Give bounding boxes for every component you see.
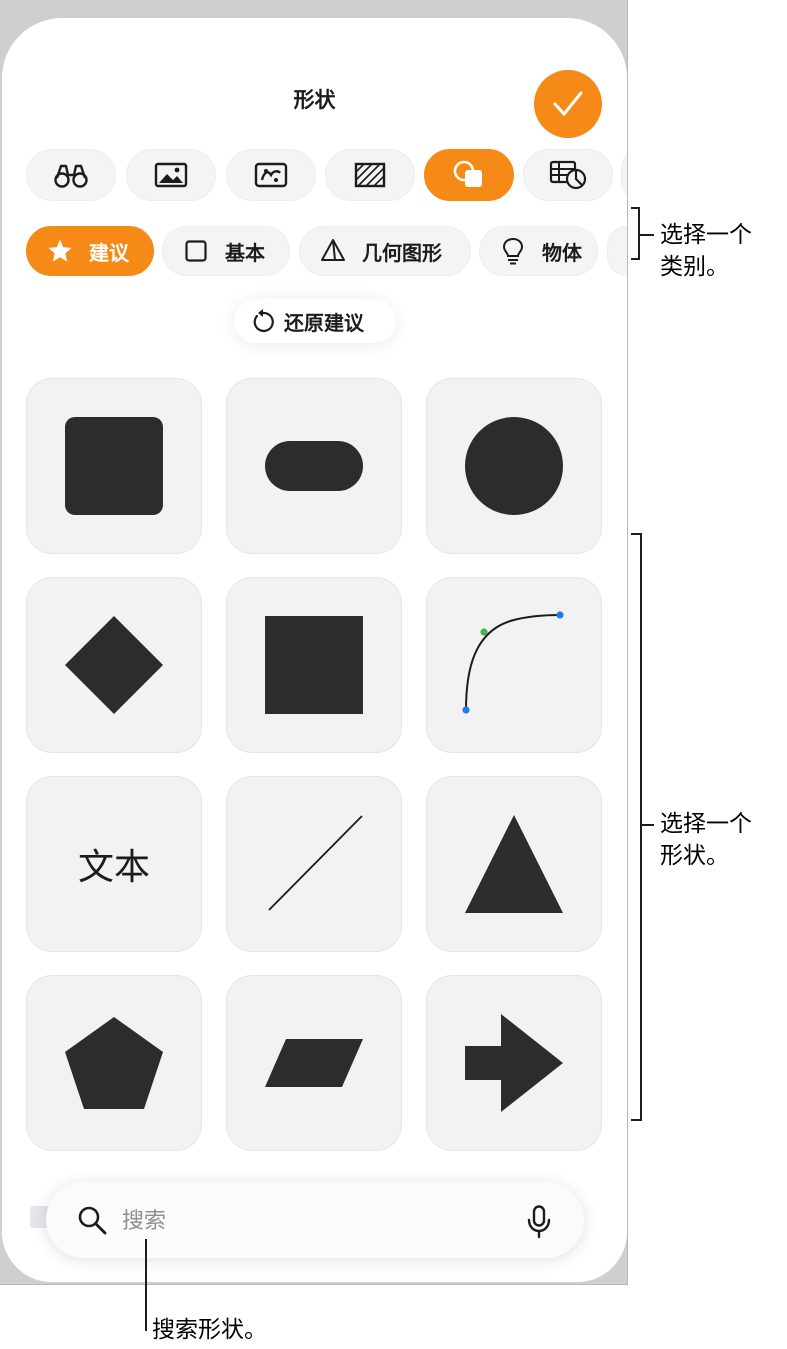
pentagon-shape <box>65 1017 163 1109</box>
shape-bracket <box>640 533 642 1121</box>
square-shape <box>265 616 363 714</box>
category-label: 物体 <box>542 240 582 265</box>
category-label: 几何图形 <box>362 240 442 265</box>
shapes-icon <box>453 160 482 187</box>
texture-pattern-icon <box>354 162 386 188</box>
parallelogram-shape <box>265 1039 363 1087</box>
curve-shape <box>462 611 564 714</box>
tab-photo[interactable] <box>126 149 216 201</box>
category-objects[interactable]: 物体 <box>479 226 598 276</box>
shape-bracket-bottom <box>631 1119 642 1121</box>
category-more[interactable] <box>607 226 627 276</box>
category-suggested[interactable]: 建议 <box>26 226 154 276</box>
tab-table-chart[interactable] <box>523 149 613 201</box>
shapes-panel: 形状 建议 基本 几何图形 物体 还原建议 文本 搜索 <box>2 18 627 1282</box>
shape-pentagon[interactable] <box>26 975 202 1151</box>
search-callout: 搜索形状。 <box>152 1317 267 1343</box>
category-label: 建议 <box>89 240 129 265</box>
restore-suggestions-button[interactable]: 还原建议 <box>234 299 396 343</box>
device-frame: 形状 建议 基本 几何图形 物体 还原建议 文本 搜索 <box>0 0 628 1285</box>
arrow-shape <box>465 1014 563 1112</box>
done-button[interactable] <box>534 70 602 138</box>
checkmark-icon <box>553 91 583 116</box>
restore-label: 还原建议 <box>284 310 364 335</box>
text-shape-label: 文本 <box>77 847 150 888</box>
undo-arrow-icon <box>250 308 276 334</box>
tab-binoculars[interactable] <box>26 149 116 201</box>
table-chart-icon <box>549 160 587 190</box>
shape-triangle[interactable] <box>426 776 602 952</box>
search-input[interactable] <box>122 1205 482 1237</box>
square-outline-icon <box>183 238 209 264</box>
tab-texture[interactable] <box>325 149 415 201</box>
photo-sticker-icon <box>254 162 288 188</box>
shape-callout: 选择一个 形状。 <box>660 811 752 869</box>
shape-text[interactable]: 文本 <box>26 776 202 952</box>
shape-arrow[interactable] <box>426 975 602 1151</box>
lightbulb-icon <box>500 237 526 265</box>
shape-line[interactable] <box>226 776 402 952</box>
star-icon <box>47 238 73 264</box>
circle-shape <box>465 417 563 515</box>
shape-leader <box>642 824 654 826</box>
pyramid-icon <box>320 238 346 264</box>
category-leader <box>640 234 654 236</box>
tab-photo-sticker[interactable] <box>226 149 316 201</box>
shape-circle[interactable] <box>426 378 602 554</box>
diamond-shape <box>65 616 163 714</box>
shape-curve[interactable] <box>426 577 602 753</box>
tab-shapes[interactable] <box>424 149 514 201</box>
category-label: 基本 <box>225 240 265 265</box>
pill-shape <box>265 441 363 491</box>
category-bracket-bottom <box>631 258 640 260</box>
shape-rounded-square[interactable] <box>26 378 202 554</box>
microphone-icon[interactable] <box>526 1205 552 1239</box>
search-icon <box>78 1206 107 1235</box>
search-leader <box>145 1239 147 1331</box>
category-callout: 选择一个 类别。 <box>660 222 752 280</box>
binoculars-icon <box>54 164 88 188</box>
shape-pill[interactable] <box>226 378 402 554</box>
triangle-shape <box>465 815 563 913</box>
category-basic[interactable]: 基本 <box>162 226 290 276</box>
photo-icon <box>154 162 188 188</box>
category-geometry[interactable]: 几何图形 <box>299 226 471 276</box>
shape-diamond[interactable] <box>26 577 202 753</box>
shape-parallelogram[interactable] <box>226 975 402 1151</box>
tab-more[interactable] <box>621 149 627 201</box>
line-shape <box>268 815 363 911</box>
rounded-square-shape <box>65 417 163 515</box>
shape-square[interactable] <box>226 577 402 753</box>
